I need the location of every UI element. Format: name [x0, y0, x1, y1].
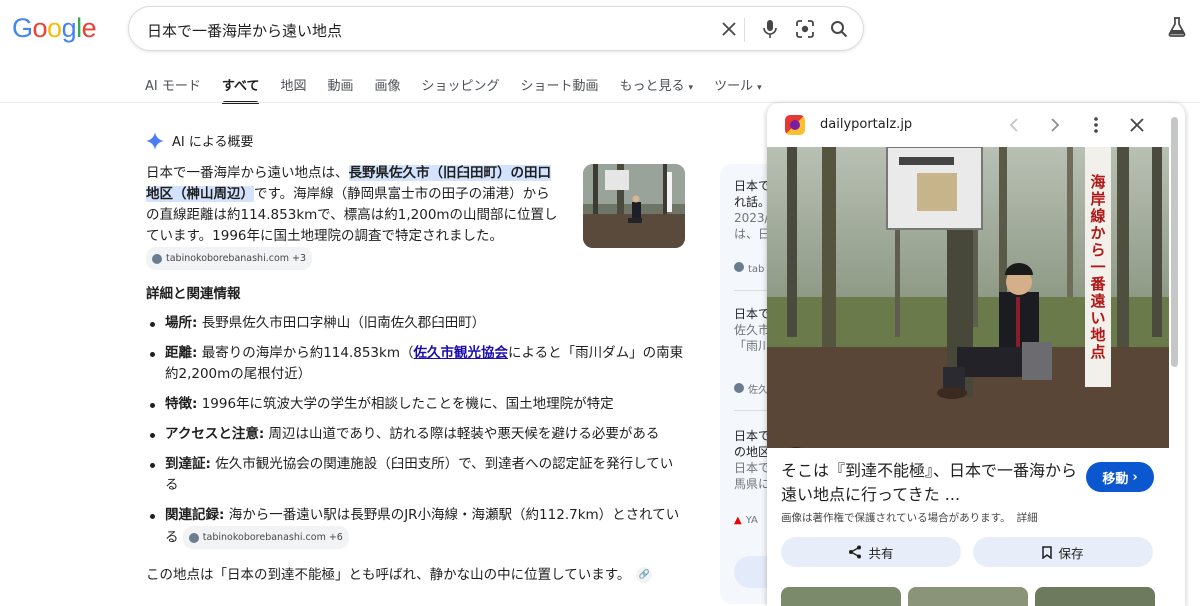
search-tabs: AI モード すべて 地図 動画 画像 ショッピング ショート動画 もっと見る ▾ ツール ▾: [145, 75, 783, 104]
source-chip-label: tabinokoborebanashi.com +6: [202, 532, 343, 543]
ai-overview-thumbnail[interactable]: [583, 164, 685, 248]
image-preview-panel: dailyportalz.jp 海岸線から一番遠い地点 そこは『到達不能極』、日…: [767, 103, 1185, 606]
tab-label: ショッピング: [421, 79, 500, 94]
visit-button[interactable]: 移動 ›: [1086, 462, 1154, 492]
chevron-down-icon: ▾: [757, 83, 762, 93]
list-item: 到達証: 佐久市観光協会の関連施設（臼田支所）で、到達者への認定証を発行している: [146, 454, 686, 496]
google-logo[interactable]: Google: [12, 13, 97, 44]
close-icon[interactable]: [1126, 114, 1148, 136]
tab-label: ショート動画: [520, 79, 599, 94]
list-item: 場所: 長野県佐久市田口字榊山（旧南佐久郡臼田町）: [146, 313, 686, 334]
share-icon: [849, 545, 862, 559]
search-icon[interactable]: [828, 18, 850, 40]
source-chip-label: tabinokoborebanashi.com +3: [166, 253, 307, 264]
logo-letter: G: [12, 13, 33, 43]
logo-letter: e: [81, 13, 97, 43]
logo-letter: g: [61, 13, 77, 43]
share-label: 共有: [868, 545, 894, 561]
tab-item[interactable]: 地図: [280, 75, 306, 104]
sign-text: 海岸線から一番遠い地点: [1089, 173, 1106, 361]
logo-letter: o: [47, 13, 62, 43]
bookmark-icon: [1042, 545, 1053, 559]
copyright-notice: 画像は著作権で保護されている場合があります。 詳細: [781, 512, 1038, 524]
closing-text: この地点は「日本の到達不能極」とも呼ばれ、静かな山の中に位置しています。: [146, 567, 631, 583]
details-section-title: 詳細と関連情報: [146, 286, 241, 302]
link-icon[interactable]: 🔗: [636, 567, 653, 583]
search-input[interactable]: 日本で一番海岸から遠い地点: [147, 20, 342, 41]
labs-flask-icon[interactable]: [1168, 17, 1186, 41]
wordpress-icon: [188, 532, 199, 543]
tab-item[interactable]: すべて: [221, 75, 260, 104]
site-favicon: [785, 115, 805, 135]
para-prefix: 日本で一番海岸から遠い地点は、: [146, 165, 349, 181]
chevron-down-icon: ▾: [688, 83, 694, 93]
related-image-thumbnail[interactable]: [1035, 587, 1155, 606]
tourism-association-link[interactable]: 佐久市観光協会: [414, 345, 509, 361]
details-link[interactable]: 詳細: [1017, 512, 1038, 524]
voice-search-icon[interactable]: [759, 18, 781, 40]
related-image-thumbnail[interactable]: [781, 587, 901, 606]
save-button[interactable]: 保存: [973, 537, 1153, 567]
preview-image[interactable]: 海岸線から一番遠い地点: [767, 147, 1169, 448]
source-site[interactable]: 佐久: [734, 383, 768, 399]
source-snippet[interactable]: 日本で の地区 日本で 馬県に: [734, 428, 770, 492]
tab-label: 地図: [280, 79, 307, 94]
preview-header: dailyportalz.jp: [767, 103, 1185, 147]
tab-label: すべて: [221, 79, 260, 94]
tab-label: AI モード: [145, 79, 201, 94]
tab-item[interactable]: もっと見る ▾: [620, 75, 694, 104]
search-divider: [744, 18, 745, 42]
more-options-icon[interactable]: [1085, 114, 1107, 136]
list-item: 関連記録: 海から一番遠い駅は長野県のJR小海線・海瀬駅（約112.7km）とさ…: [146, 505, 686, 549]
tab-label: もっと見る: [619, 79, 685, 94]
tab-label: 画像: [374, 79, 401, 94]
ai-overview-title: AI による概要: [172, 135, 254, 150]
source-site[interactable]: ▲ YA: [734, 513, 758, 529]
list-item: 特徴: 1996年に筑波大学の学生が相談したことを機に、国土地理院が特定: [146, 394, 686, 415]
tab-item[interactable]: ショート動画: [521, 75, 599, 104]
ai-overview-header: AI による概要: [146, 131, 253, 150]
tab-label: 動画: [327, 79, 354, 94]
next-arrow-icon[interactable]: [1044, 114, 1066, 136]
search-box[interactable]: 日本で一番海岸から遠い地点: [128, 6, 864, 51]
logo-letter: o: [32, 13, 48, 43]
tab-item[interactable]: ショッピング: [422, 75, 500, 104]
ai-overview-paragraph: 日本で一番海岸から遠い地点は、長野県佐久市（旧臼田町）の田口地区（榊山周辺）です…: [146, 163, 561, 270]
related-image-thumbnail[interactable]: [908, 587, 1028, 606]
source-chip[interactable]: tabinokoborebanashi.com +3: [146, 247, 313, 270]
prev-arrow-icon[interactable]: [1003, 114, 1025, 136]
visit-label: 移動: [1102, 471, 1129, 487]
preview-site-name[interactable]: dailyportalz.jp: [820, 117, 912, 132]
tab-label: ツール: [714, 79, 754, 94]
tab-item[interactable]: 画像: [374, 75, 400, 104]
list-item: 距離: 最寄りの海岸から約114.853km（佐久市観光協会によると「雨川ダム」…: [146, 343, 686, 385]
details-list: 場所: 長野県佐久市田口字榊山（旧南佐久郡臼田町） 距離: 最寄りの海岸から約1…: [146, 313, 686, 558]
source-site[interactable]: tab: [734, 262, 764, 278]
closing-sentence: この地点は「日本の到達不能極」とも呼ばれ、静かな山の中に位置しています。 🔗: [146, 563, 653, 583]
wordpress-icon: [152, 253, 162, 264]
source-chip[interactable]: tabinokoborebanashi.com +6: [182, 526, 349, 549]
tab-item[interactable]: AI モード: [145, 75, 201, 104]
share-button[interactable]: 共有: [781, 537, 961, 567]
save-label: 保存: [1058, 545, 1084, 561]
source-snippet[interactable]: 日本で 佐久市 「雨川: [734, 306, 770, 354]
tab-item[interactable]: ツール ▾: [714, 75, 762, 104]
preview-title[interactable]: そこは『到達不能極』、日本で一番海から遠い地点に行ってきた ...: [781, 459, 1081, 507]
chevron-right-icon: ›: [1132, 469, 1138, 485]
clear-icon[interactable]: [718, 18, 740, 40]
tab-item[interactable]: 動画: [327, 75, 353, 104]
preview-scrollbar[interactable]: [1171, 117, 1178, 367]
gemini-sparkle-icon: [146, 131, 164, 150]
lens-icon[interactable]: [794, 18, 816, 40]
list-item: アクセスと注意: 周辺は山道であり、訪れる際は軽装や悪天候を避ける必要がある: [146, 424, 686, 445]
